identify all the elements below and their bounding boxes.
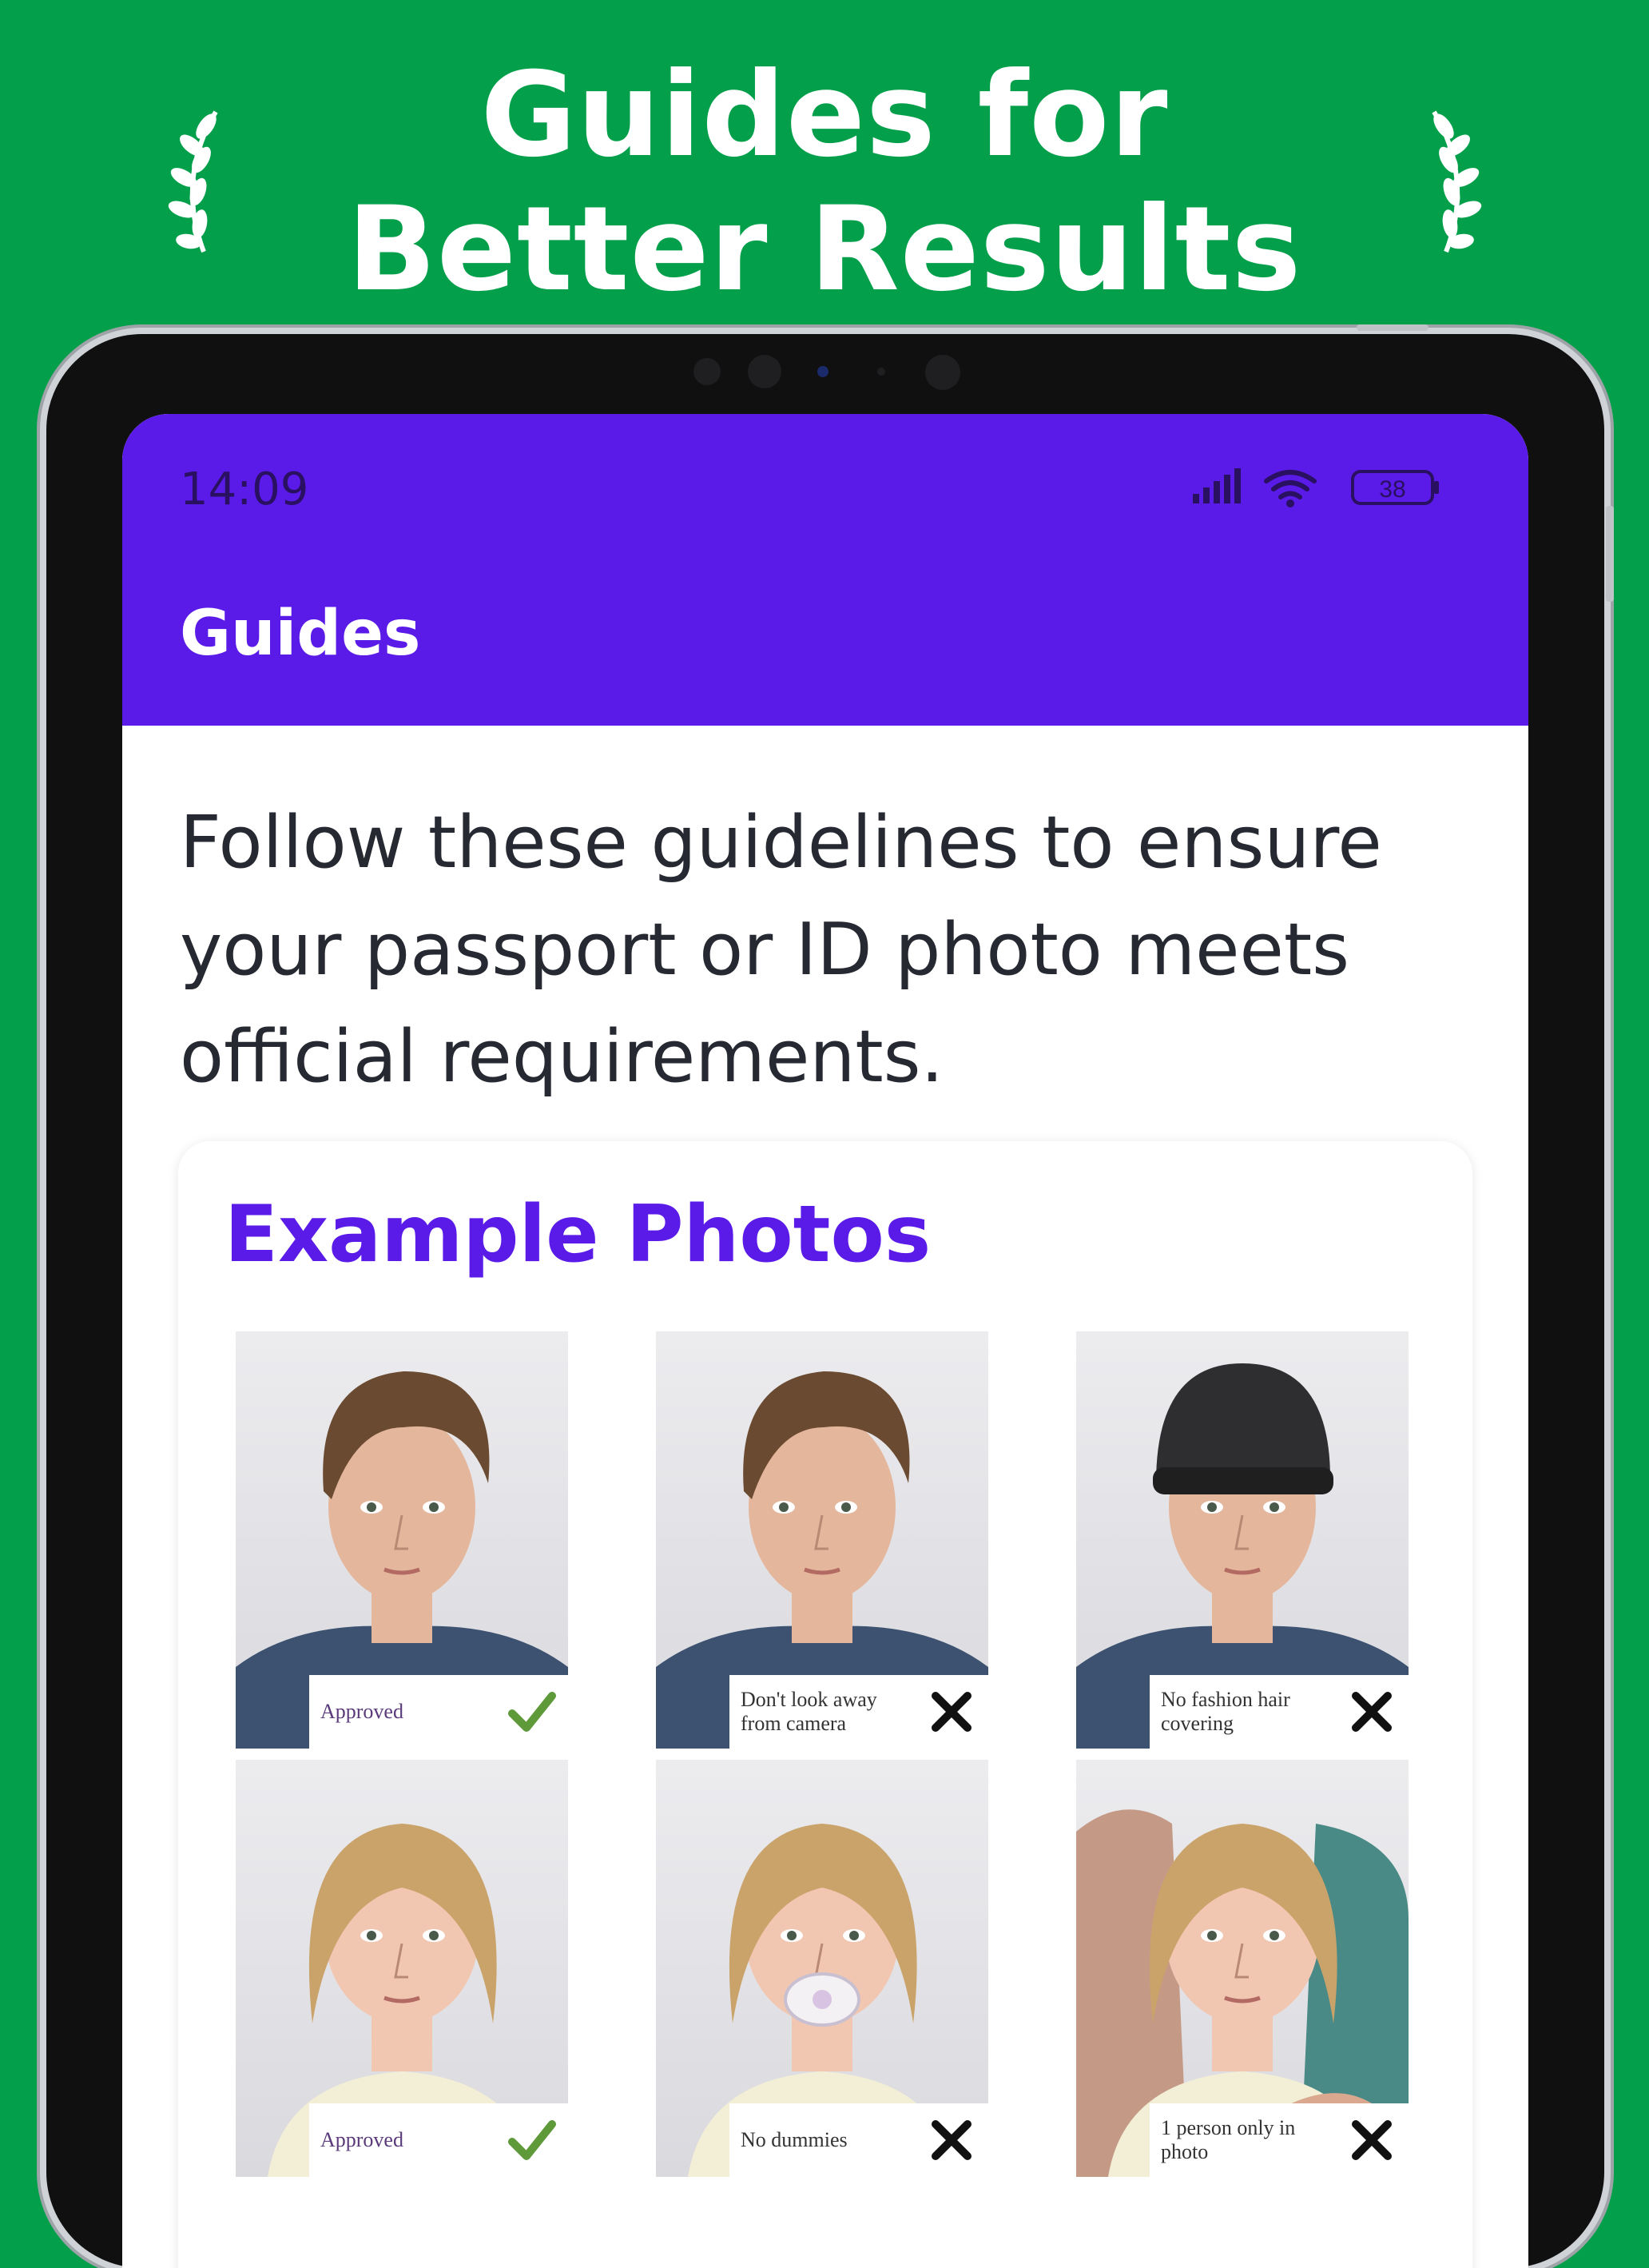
status-time: 14:09 — [180, 464, 309, 515]
volume-button — [1606, 506, 1614, 602]
caption-text: No dummies — [741, 2128, 848, 2151]
sensor-icon — [693, 358, 721, 385]
intro-text: Follow these guidelines to ensure your p… — [180, 801, 1382, 1099]
laurel-left-icon — [168, 110, 218, 253]
wifi-icon — [1264, 470, 1317, 499]
signal-icon — [1193, 468, 1241, 503]
photo-caption: 1 person only in photo — [1150, 2103, 1409, 2177]
example-photo-held-child: 1 person only in photo — [1076, 1760, 1409, 2177]
headline: Guides for Better Results — [0, 48, 1649, 316]
cross-icon — [932, 2120, 972, 2160]
cross-icon — [932, 1692, 972, 1732]
photo-caption: Don't look away from camera — [729, 1675, 988, 1749]
laurel-right-icon — [1432, 110, 1482, 253]
tablet-frame: 14:09 38 Guides Follow these guidelines … — [46, 324, 1614, 2268]
example-photo-approved-child: Approved — [236, 1760, 568, 2177]
sensor-icon — [925, 355, 960, 390]
check-icon — [508, 1692, 556, 1732]
headline-line-2: Better Results — [347, 181, 1302, 317]
caption-text: No fashion hair covering — [1161, 1688, 1290, 1735]
caption-text: 1 person only in photo — [1161, 2116, 1296, 2163]
caption-text: Approved — [320, 2128, 403, 2151]
svg-text:38: 38 — [1379, 476, 1405, 503]
cross-icon — [1352, 2120, 1392, 2160]
camera-bar — [46, 334, 1604, 414]
status-icons: 38 — [1193, 468, 1439, 507]
app-bar: 14:09 38 Guides — [122, 414, 1528, 726]
example-photo-dummy-child: No dummies — [656, 1760, 988, 2177]
headline-line-1: Guides for — [480, 47, 1169, 183]
sensor-icon — [748, 355, 781, 388]
battery-icon: 38 — [1351, 470, 1439, 505]
camera-icon — [817, 366, 828, 377]
sensor-icon — [877, 368, 885, 376]
photo-caption: Approved — [309, 2103, 568, 2177]
card-title: Example Photos — [225, 1189, 932, 1280]
app-screen: 14:09 38 Guides Follow these guidelines … — [122, 414, 1528, 2268]
photo-caption: No fashion hair covering — [1150, 1675, 1409, 1749]
photo-caption: Approved — [309, 1675, 568, 1749]
power-button — [1357, 324, 1428, 331]
caption-text: Approved — [320, 1700, 403, 1723]
example-photo-look-away-adult: Don't look away from camera — [656, 1331, 988, 1749]
example-photo-approved-adult: Approved — [236, 1331, 568, 1749]
caption-text: Don't look away from camera — [741, 1688, 877, 1735]
page-title: Guides — [180, 598, 421, 670]
photo-caption: No dummies — [729, 2103, 988, 2177]
check-icon — [508, 2120, 556, 2160]
cross-icon — [1352, 1692, 1392, 1732]
example-photo-hat-adult: No fashion hair covering — [1076, 1331, 1409, 1749]
example-photos-card: Example Photos Approved Don't look away f… — [178, 1141, 1472, 2268]
